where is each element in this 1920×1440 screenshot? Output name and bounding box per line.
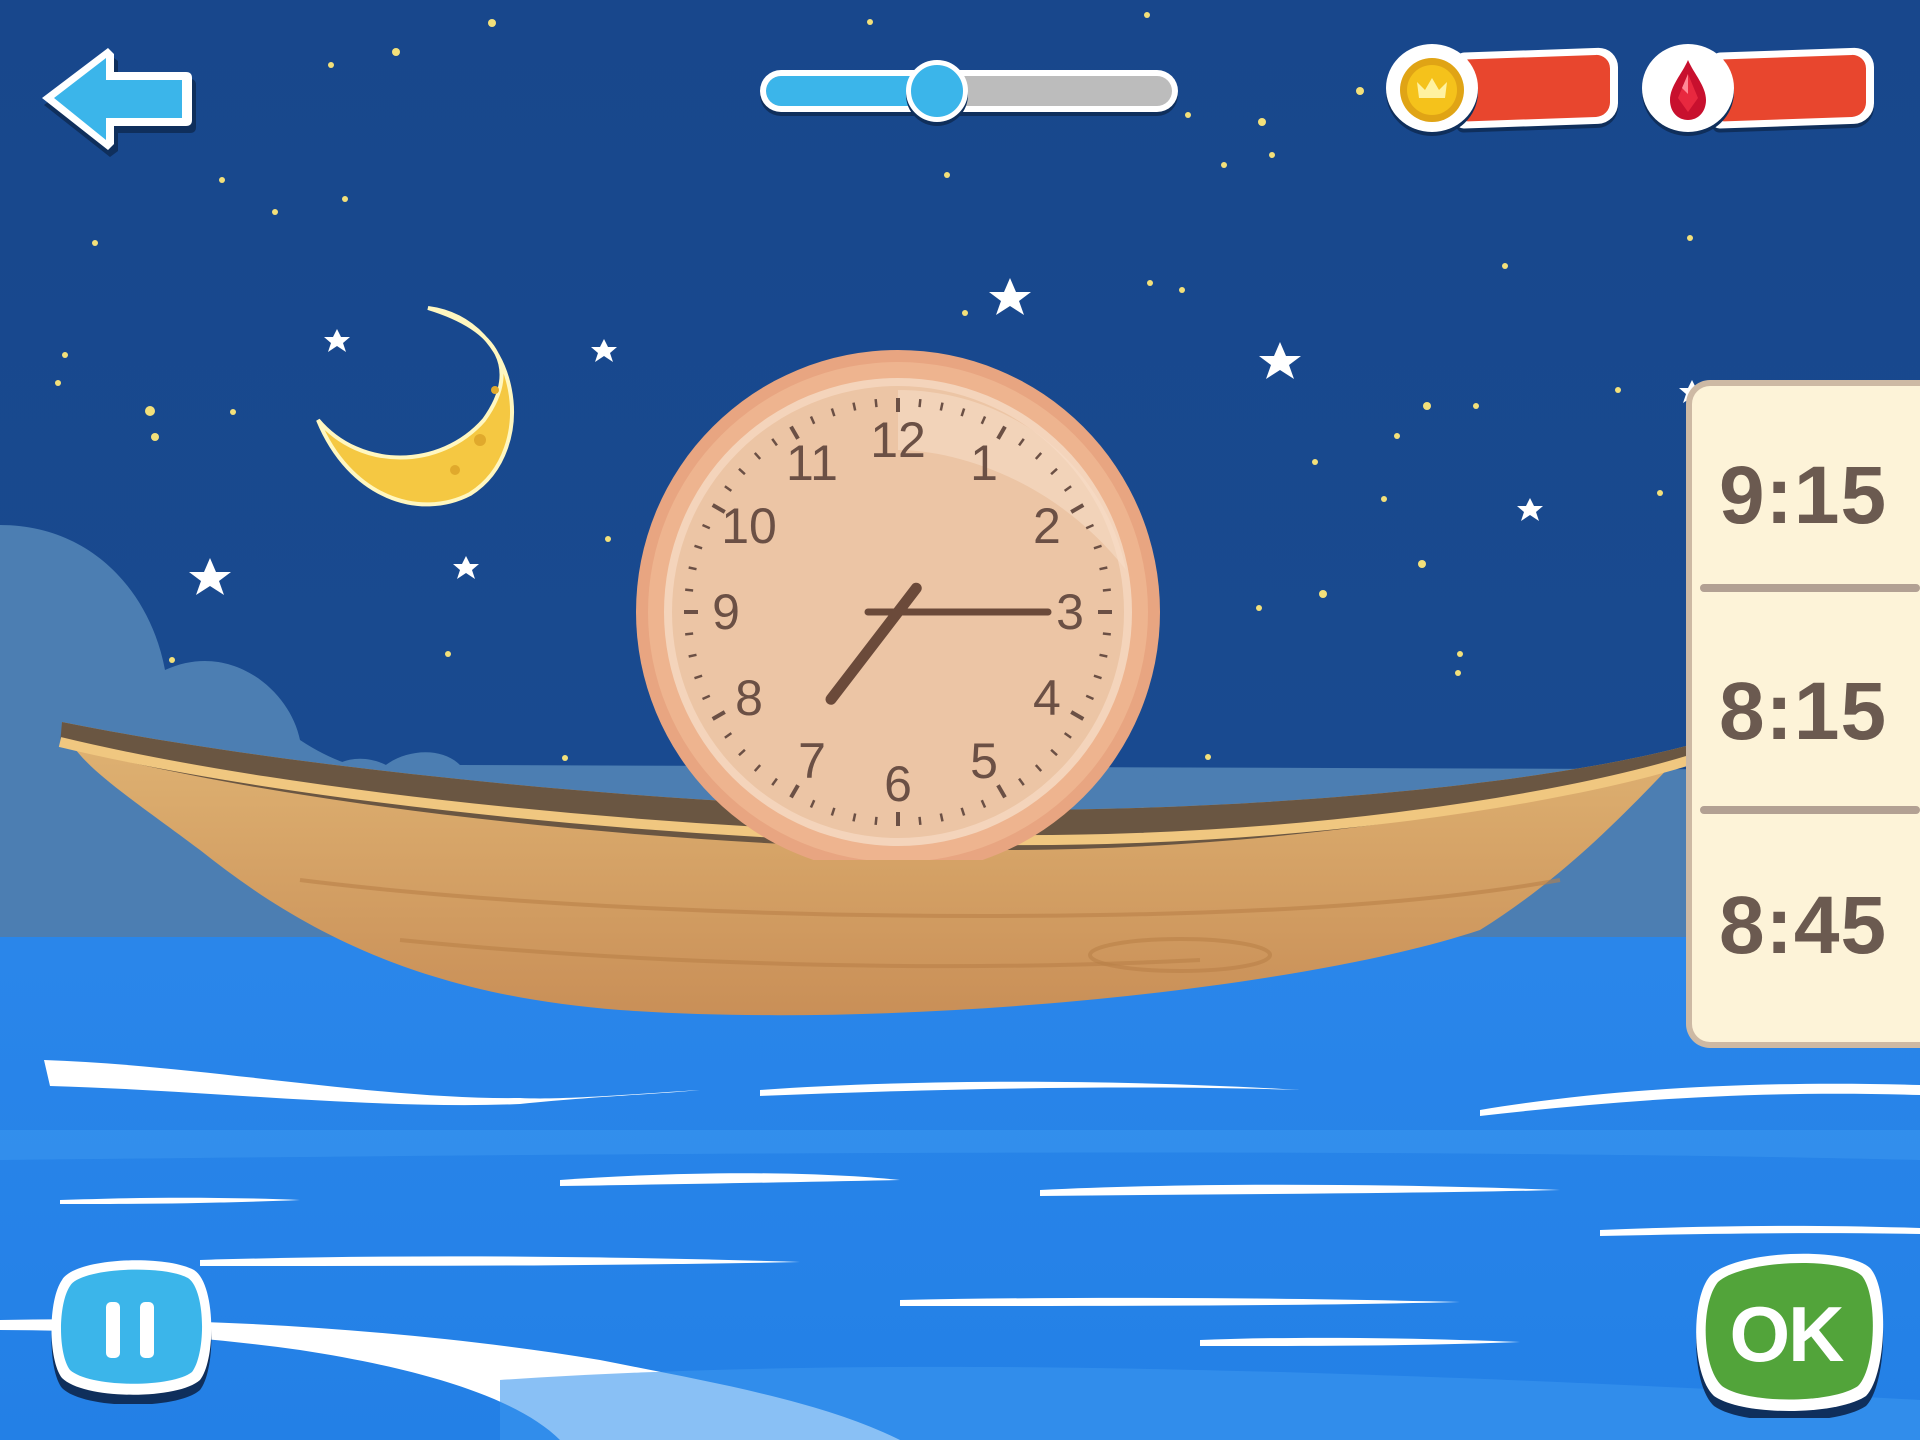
clock-tick — [1102, 632, 1111, 636]
clock-tick — [939, 402, 944, 411]
clock-tick — [688, 653, 697, 658]
answer-divider — [1700, 806, 1920, 814]
back-button[interactable] — [38, 42, 198, 160]
ok-label: OK — [1729, 1289, 1845, 1378]
level-progress-slider[interactable] — [760, 60, 1180, 122]
clock-tick — [918, 816, 922, 825]
pause-icon — [51, 1260, 212, 1405]
analog-clock — [636, 350, 1160, 860]
clock-tick — [939, 813, 944, 822]
answer-panel: 9:15 8:15 8:45 — [1686, 380, 1920, 1048]
clock-tick — [852, 813, 857, 822]
back-arrow-icon — [42, 48, 196, 157]
coin-counter — [1386, 44, 1626, 132]
crown-coin-icon — [1400, 58, 1464, 122]
answer-option-3[interactable]: 8:45 — [1696, 826, 1910, 1026]
coin-count — [1464, 54, 1610, 121]
clock-tick — [1102, 588, 1111, 592]
answer-option-1[interactable]: 9:15 — [1696, 396, 1910, 596]
clock-tick — [688, 566, 697, 571]
gem-count — [1720, 54, 1866, 121]
clock-tick — [685, 632, 694, 636]
clock-tick — [918, 399, 922, 408]
answer-divider — [1700, 584, 1920, 592]
clock-tick — [1099, 566, 1108, 571]
clock-tick — [685, 588, 694, 592]
clock-tick — [874, 399, 878, 408]
clock-tick — [852, 402, 857, 411]
slider-knob[interactable] — [905, 60, 968, 122]
answer-option-2[interactable]: 8:15 — [1696, 612, 1910, 812]
ok-button[interactable]: OK — [1686, 1250, 1886, 1418]
sea — [0, 937, 1920, 1440]
clock-tick — [874, 816, 878, 825]
ruby-gem-icon — [1670, 60, 1706, 120]
gem-counter — [1642, 44, 1882, 132]
clock-tick — [1099, 653, 1108, 658]
pause-button[interactable] — [44, 1254, 216, 1405]
